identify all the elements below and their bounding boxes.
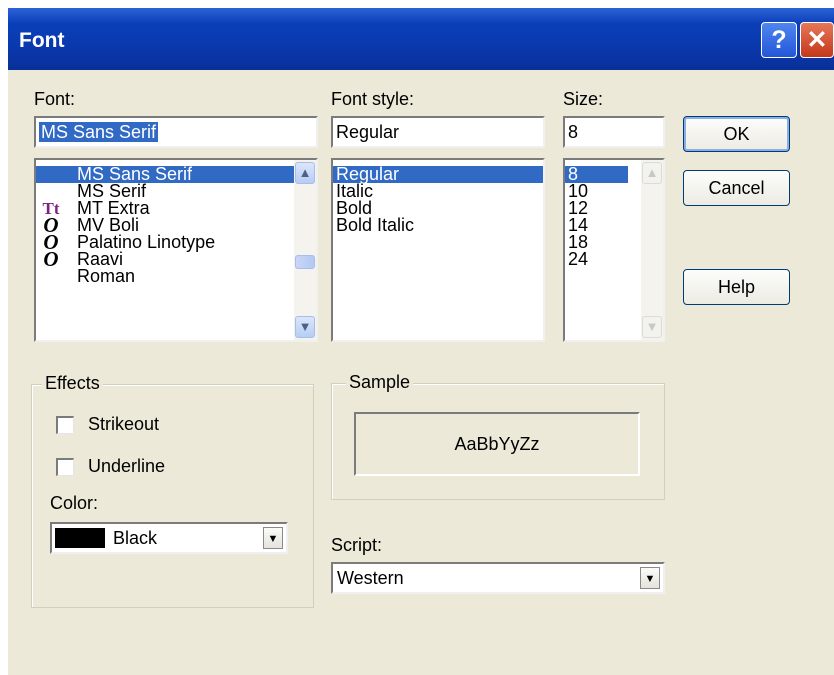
chevron-down-icon: ▼ [298, 319, 312, 334]
dropdown-arrow-icon[interactable]: ▼ [263, 527, 283, 549]
ok-button[interactable]: OK [683, 116, 790, 152]
size-value: 8 [568, 122, 579, 142]
strikeout-label[interactable]: Strikeout [88, 414, 159, 435]
color-label: Color: [50, 493, 99, 513]
font-item-label: Roman [77, 266, 136, 286]
size-list[interactable]: 8 10 12 14 18 24 ▲ ▼ [563, 158, 665, 342]
effects-label: Effects [42, 373, 103, 394]
question-mark-icon: ? [771, 25, 787, 54]
style-item-label: Bold Italic [336, 215, 415, 235]
sample-label: Sample [346, 372, 414, 393]
sample-text: AaBbYyZz [454, 433, 540, 454]
font-style-list[interactable]: Regular Italic Bold Bold Italic [331, 158, 545, 342]
close-button[interactable]: ✕ [800, 22, 834, 58]
cancel-button[interactable]: Cancel [683, 170, 790, 206]
font-name-input[interactable]: MS Sans Serif [34, 116, 318, 148]
script-label: Script: [331, 535, 383, 555]
underline-checkbox[interactable] [56, 458, 74, 476]
size-input[interactable]: 8 [563, 116, 665, 148]
font-style-label: Font style: [331, 89, 415, 109]
title-bar[interactable]: Font ? ✕ [8, 8, 834, 70]
dropdown-arrow-icon[interactable]: ▼ [640, 567, 660, 589]
font-list-items: MS Sans Serif MS Serif Tt MT Extra O MV … [36, 160, 316, 285]
chevron-up-icon: ▲ [645, 165, 659, 180]
sample-preview: AaBbYyZz [354, 412, 640, 476]
close-icon: ✕ [806, 26, 828, 54]
strikeout-checkbox[interactable] [56, 416, 74, 434]
size-item-label: 24 [568, 249, 589, 269]
window-title: Font [19, 29, 65, 52]
size-label: Size: [563, 89, 604, 109]
script-value: Western [337, 568, 404, 588]
font-label: Font: [34, 89, 76, 109]
scroll-down-button[interactable]: ▼ [295, 316, 315, 338]
font-style-input[interactable]: Regular [331, 116, 545, 148]
scroll-thumb[interactable] [295, 255, 315, 269]
script-select[interactable]: Western ▼ [331, 562, 665, 594]
font-item-roman[interactable]: Roman [36, 266, 316, 286]
size-list-scrollbar[interactable]: ▲ ▼ [641, 160, 663, 340]
opentype-font-icon: O [43, 247, 59, 271]
font-list[interactable]: MS Sans Serif MS Serif Tt MT Extra O MV … [34, 158, 318, 342]
underline-label[interactable]: Underline [88, 456, 165, 477]
chevron-up-icon: ▲ [298, 165, 312, 180]
scroll-up-button[interactable]: ▲ [642, 162, 662, 184]
font-list-scrollbar[interactable]: ▲ ▼ [294, 160, 316, 340]
help-question-button[interactable]: ? [761, 22, 797, 58]
style-item-bold-italic[interactable]: Bold Italic [333, 215, 543, 235]
color-select[interactable]: Black ▼ [50, 522, 288, 554]
scroll-down-button[interactable]: ▼ [642, 316, 662, 338]
chevron-down-icon: ▼ [645, 319, 659, 334]
scroll-up-button[interactable]: ▲ [295, 162, 315, 184]
font-dialog: Font ? ✕ Font: MS Sans Serif MS Sans Ser… [8, 8, 834, 675]
color-swatch [55, 528, 105, 548]
font-style-value: Regular [336, 122, 400, 142]
help-button[interactable]: Help [683, 269, 790, 305]
font-style-items: Regular Italic Bold Bold Italic [333, 160, 543, 234]
font-name-value: MS Sans Serif [39, 122, 159, 142]
color-value: Black [113, 528, 158, 548]
